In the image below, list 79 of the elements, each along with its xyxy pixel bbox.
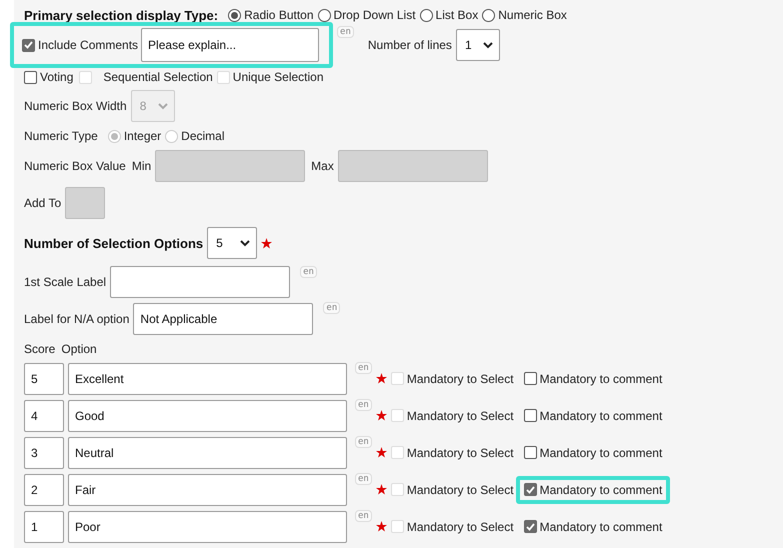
- checkbox-label: Mandatory to comment: [540, 482, 662, 496]
- score-field[interactable]: 2: [24, 474, 64, 506]
- column-header: Option: [61, 342, 97, 356]
- max-field[interactable]: [338, 150, 488, 182]
- option-field[interactable]: Good: [68, 400, 347, 432]
- checkbox-label: Unique Selection: [232, 70, 324, 84]
- option-field[interactable]: Neutral: [68, 436, 347, 468]
- field-label: Max: [311, 159, 334, 173]
- checkbox[interactable]: [524, 520, 537, 533]
- radio-label: Integer: [124, 129, 162, 143]
- chevron-down-icon: [240, 240, 250, 246]
- checkbox-label: Mandatory to comment: [540, 408, 662, 422]
- checkbox-label: Mandatory to Select: [406, 520, 514, 534]
- language-tag: en: [355, 399, 372, 411]
- comment-prompt-field[interactable]: Please explain...: [141, 28, 320, 62]
- required-star-icon: [376, 484, 387, 495]
- field-label: Min: [132, 159, 152, 173]
- checkbox-label: Mandatory to Select: [406, 482, 514, 496]
- radio-label: Drop Down List: [334, 8, 416, 22]
- checkbox[interactable]: [524, 372, 537, 385]
- options-count-dropdown[interactable]: 5: [207, 227, 258, 259]
- checkbox[interactable]: [524, 483, 537, 496]
- checkbox[interactable]: [24, 70, 37, 84]
- required-star-icon: [261, 238, 272, 248]
- score-field[interactable]: 1: [24, 510, 64, 542]
- checkbox-label: Sequential Selection: [103, 70, 213, 84]
- checkbox[interactable]: [524, 409, 537, 422]
- option-field[interactable]: Fair: [68, 474, 347, 506]
- radio-button[interactable]: [482, 8, 496, 22]
- score-field[interactable]: 4: [24, 400, 64, 432]
- language-tag: en: [355, 362, 372, 374]
- checkbox[interactable]: [22, 38, 35, 52]
- field-label: Numeric Box Width: [24, 99, 127, 113]
- required-star-icon: [376, 447, 387, 458]
- checkbox-label: Mandatory to comment: [540, 372, 662, 386]
- field-label: Number of lines: [368, 38, 452, 52]
- language-tag: en: [355, 473, 372, 485]
- language-tag: en: [323, 302, 340, 314]
- required-star-icon: [376, 373, 387, 384]
- field-label: Add To: [24, 196, 62, 210]
- chevron-down-icon: [158, 102, 168, 110]
- min-field[interactable]: [155, 150, 306, 182]
- field-label: Numeric Box Value: [24, 159, 126, 173]
- section-label: Primary selection display Type:: [24, 8, 218, 22]
- add-to-field[interactable]: [65, 187, 106, 219]
- chevron-down-icon: [482, 42, 493, 48]
- na-label-field[interactable]: Not Applicable: [133, 303, 314, 335]
- section-label: Number of Selection Options: [24, 236, 204, 250]
- option-field[interactable]: Poor: [68, 510, 347, 542]
- language-tag: en: [300, 266, 317, 278]
- language-tag: en: [337, 26, 354, 38]
- radio-button[interactable]: [318, 8, 331, 22]
- radio-button[interactable]: [420, 8, 433, 22]
- language-tag: en: [355, 510, 372, 522]
- field-label: 1st Scale Label: [24, 275, 106, 289]
- checkbox-label: Mandatory to Select: [406, 446, 514, 460]
- checkbox-label: Mandatory to Select: [406, 408, 514, 422]
- lines-dropdown[interactable]: 1: [456, 29, 500, 61]
- checkbox-label: Mandatory to Select: [406, 372, 514, 386]
- radio-label: Radio Button: [244, 8, 314, 22]
- radio-label: List Box: [436, 8, 478, 22]
- scale-label-field[interactable]: [110, 266, 290, 298]
- field-label: Numeric Type: [24, 129, 98, 143]
- score-field[interactable]: 3: [24, 436, 64, 468]
- radio-label: Numeric Box: [498, 8, 567, 22]
- checkbox[interactable]: [524, 446, 537, 459]
- checkbox-label: Mandatory to comment: [540, 446, 662, 460]
- checkbox-label: Mandatory to comment: [540, 520, 662, 534]
- language-tag: en: [355, 436, 372, 448]
- checkbox-label: Include Comments: [38, 38, 138, 52]
- radio-label: Decimal: [181, 129, 225, 143]
- score-field[interactable]: 5: [24, 362, 64, 394]
- radio-button[interactable]: [228, 8, 242, 22]
- required-star-icon: [376, 410, 387, 421]
- column-header: Score: [24, 342, 56, 356]
- option-field[interactable]: Excellent: [68, 362, 347, 394]
- required-star-icon: [376, 521, 387, 532]
- field-label: Label for N/A option: [24, 312, 130, 326]
- checkbox-label: Voting: [40, 70, 74, 84]
